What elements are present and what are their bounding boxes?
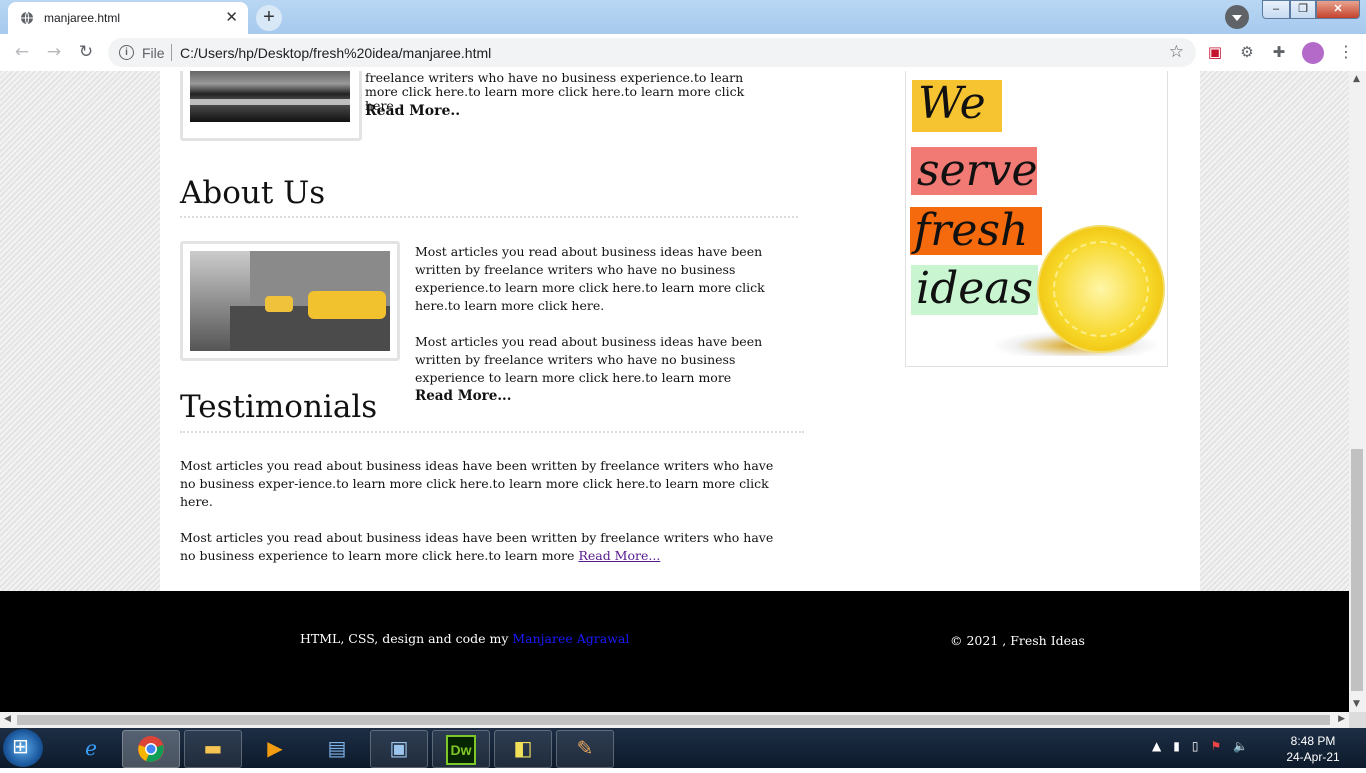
minimize-button[interactable]: – bbox=[1262, 0, 1290, 19]
about-paragraph-1: Most articles you read about business id… bbox=[415, 244, 765, 313]
footer-credit: HTML, CSS, design and code my Manjaree A… bbox=[300, 631, 629, 646]
scroll-up-icon[interactable]: ▲ bbox=[1353, 74, 1360, 84]
scroll-left-icon[interactable]: ◀ bbox=[4, 714, 11, 724]
banner-word-fresh: fresh bbox=[910, 207, 1042, 255]
tray-expand-icon[interactable]: ▲ bbox=[1152, 739, 1161, 753]
about-paragraph-2: Most articles you read about business id… bbox=[415, 333, 765, 405]
action-center-icon[interactable]: ⚑ bbox=[1210, 739, 1221, 753]
scroll-down-icon[interactable]: ▼ bbox=[1353, 699, 1360, 709]
content-column: freelance writers who have no business e… bbox=[160, 71, 1200, 591]
signal-icon[interactable]: ▮ bbox=[1173, 739, 1180, 753]
chrome-icon[interactable] bbox=[122, 730, 180, 768]
horizontal-scroll-thumb[interactable] bbox=[17, 715, 1330, 725]
city-bridge-image bbox=[190, 71, 350, 122]
testimonials-paragraph-2-text: Most articles you read about business id… bbox=[180, 530, 774, 563]
page-viewport: freelance writers who have no business e… bbox=[0, 71, 1349, 712]
remote-desktop-icon[interactable]: ▤ bbox=[308, 730, 366, 768]
lemon-image bbox=[1037, 225, 1165, 353]
page-footer: HTML, CSS, design and code my Manjaree A… bbox=[0, 591, 1349, 712]
back-icon[interactable]: ← bbox=[10, 40, 34, 64]
browser-titlebar: manjaree.html ✕ + – ❐ ✕ bbox=[0, 0, 1366, 34]
maximize-button[interactable]: ❐ bbox=[1290, 0, 1316, 19]
about-thumbnail bbox=[180, 241, 400, 361]
url-text[interactable]: C:/Users/hp/Desktop/fresh%20idea/manjare… bbox=[180, 45, 491, 61]
photo-viewer-icon[interactable]: ▣ bbox=[370, 730, 428, 768]
internet-explorer-icon[interactable]: ℯ bbox=[62, 730, 120, 768]
browser-tab[interactable]: manjaree.html ✕ bbox=[8, 2, 248, 34]
forward-icon[interactable]: → bbox=[42, 40, 66, 64]
about-heading: About Us bbox=[180, 175, 326, 211]
footer-credit-text: HTML, CSS, design and code my bbox=[300, 631, 513, 646]
address-scheme: File bbox=[142, 45, 165, 61]
device-icon[interactable]: ▯ bbox=[1192, 739, 1199, 753]
paint-icon[interactable]: ✎ bbox=[556, 730, 614, 768]
author-link[interactable]: Manjaree Agrawal bbox=[512, 631, 629, 646]
tab-title: manjaree.html bbox=[44, 11, 121, 25]
chrome-logo bbox=[138, 736, 164, 762]
close-window-button[interactable]: ✕ bbox=[1316, 0, 1360, 19]
extensions-puzzle-icon[interactable]: ✚ bbox=[1270, 43, 1288, 61]
dw-label: Dw bbox=[446, 735, 476, 765]
about-divider bbox=[180, 216, 798, 218]
address-bar[interactable]: i File C:/Users/hp/Desktop/fresh%20idea/… bbox=[108, 38, 1196, 67]
taskbar: ℯ ▬ ▶ ▤ ▣ Dw ◧ ✎ ▲ ▮ ▯ ⚑ 🔈 8:48 PM 24-Ap… bbox=[0, 728, 1366, 768]
extension-icon[interactable]: ▣ bbox=[1206, 43, 1224, 61]
article-thumbnail bbox=[180, 71, 362, 141]
banner-word-we: We bbox=[912, 80, 1002, 132]
reload-icon[interactable]: ↻ bbox=[74, 40, 98, 64]
scroll-right-icon[interactable]: ▶ bbox=[1338, 714, 1345, 724]
sidebar-banner: We serve fresh ideas bbox=[905, 71, 1168, 367]
vertical-scrollbar[interactable]: ▲ ▼ bbox=[1349, 71, 1366, 712]
testimonials-text: Most articles you read about business id… bbox=[180, 457, 780, 583]
testimonials-heading: Testimonials bbox=[180, 389, 378, 425]
clock-time: 8:48 PM bbox=[1290, 734, 1336, 748]
footer-copyright: © 2021 , Fresh Ideas bbox=[950, 633, 1085, 648]
start-button[interactable] bbox=[3, 729, 43, 767]
taxi-street-image bbox=[190, 251, 390, 351]
dreamweaver-icon[interactable]: Dw bbox=[432, 730, 490, 768]
media-player-icon[interactable]: ▶ bbox=[246, 730, 304, 768]
article-read-more-link[interactable]: Read More.. bbox=[365, 103, 460, 119]
scrollbar-corner bbox=[1349, 712, 1366, 728]
testimonials-divider bbox=[180, 431, 804, 433]
testimonials-read-more-link[interactable]: Read More... bbox=[578, 548, 660, 563]
extension-settings-icon[interactable]: ⚙ bbox=[1238, 43, 1256, 61]
tab-search-icon[interactable] bbox=[1225, 5, 1249, 29]
clock-date: 24-Apr-21 bbox=[1286, 750, 1340, 764]
bookmark-star-icon[interactable]: ☆ bbox=[1169, 42, 1184, 62]
new-tab-button[interactable]: + bbox=[256, 5, 282, 31]
about-read-more-link[interactable]: Read More... bbox=[415, 388, 511, 404]
globe-icon bbox=[21, 11, 33, 25]
banner-word-ideas: ideas bbox=[911, 265, 1038, 315]
vertical-scroll-thumb[interactable] bbox=[1351, 449, 1363, 691]
about-paragraph-2-text: Most articles you read about business id… bbox=[415, 334, 763, 385]
testimonials-paragraph-1: Most articles you read about business id… bbox=[180, 458, 774, 509]
file-explorer-icon[interactable]: ▬ bbox=[184, 730, 242, 768]
menu-dots-icon[interactable]: ⋮ bbox=[1338, 42, 1354, 61]
banner-word-serve: serve bbox=[911, 147, 1038, 195]
taskbar-clock[interactable]: 8:48 PM 24-Apr-21 bbox=[1268, 733, 1358, 765]
system-tray: ▲ ▮ ▯ ⚑ 🔈 bbox=[1152, 739, 1248, 753]
profile-avatar[interactable] bbox=[1302, 42, 1324, 64]
about-text: Most articles you read about business id… bbox=[415, 243, 765, 423]
address-separator bbox=[171, 44, 172, 61]
window-controls: – ❐ ✕ bbox=[1262, 0, 1360, 19]
testimonials-paragraph-2: Most articles you read about business id… bbox=[180, 529, 780, 565]
horizontal-scrollbar[interactable]: ◀ ▶ bbox=[0, 712, 1349, 728]
volume-icon[interactable]: 🔈 bbox=[1233, 739, 1248, 753]
browser-toolbar: ← → ↻ i File C:/Users/hp/Desktop/fresh%2… bbox=[0, 34, 1366, 72]
sticky-notes-icon[interactable]: ◧ bbox=[494, 730, 552, 768]
close-tab-icon[interactable]: ✕ bbox=[225, 8, 238, 26]
info-icon[interactable]: i bbox=[119, 45, 134, 60]
